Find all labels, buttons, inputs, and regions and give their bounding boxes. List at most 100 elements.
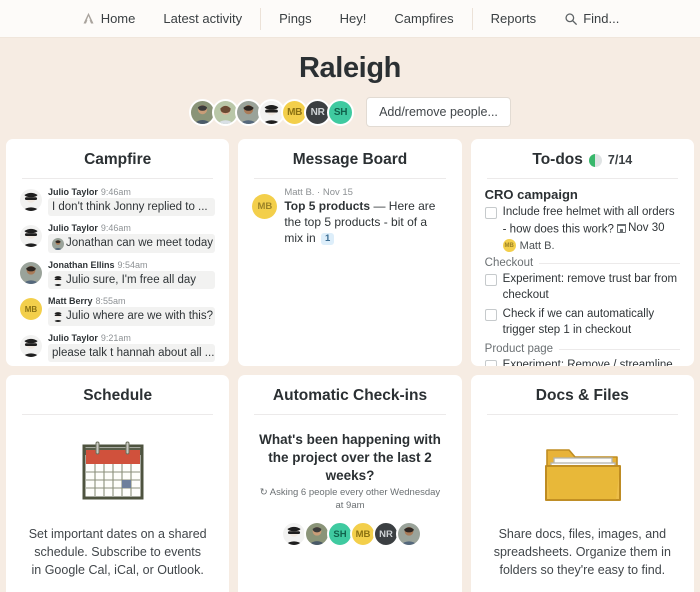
list-item[interactable]: MB Matt B. · Nov 15 Top 5 products — Her… (252, 187, 447, 246)
todo-label: Experiment: remove trust bar from checko… (502, 273, 678, 301)
nav-item-campfires[interactable]: Campfires (380, 11, 467, 26)
nav-item-reports[interactable]: Reports (477, 11, 551, 26)
todo-label: Check if we can automatically trigger st… (502, 308, 655, 336)
card-campfire[interactable]: Campfire Julio Taylor 9:46am I don't thin… (6, 139, 230, 366)
card-title-todos: To-dos 7/14 (485, 151, 680, 178)
message-text-value: please talk t hannah about all ... (52, 346, 215, 359)
message-meta: Matt Berry 8:55am (48, 296, 215, 306)
todo-section-label: Checkout (484, 257, 534, 270)
nav-item-latest-activity[interactable]: Latest activity (149, 11, 256, 26)
nav-divider-2 (471, 7, 473, 30)
message-author: Jonathan Ellins (48, 259, 115, 270)
avatar (20, 261, 42, 284)
nav-item-home-label: Home (100, 11, 136, 26)
todo-checkbox[interactable] (484, 207, 497, 219)
nav-item-home[interactable]: Home (67, 11, 150, 26)
todo-group-title: CRO campaign (484, 187, 578, 202)
avatar-initials-mb: MB (502, 239, 516, 253)
avatar-initials-mb: MB (252, 194, 278, 219)
card-title-todos-label: To-dos (532, 151, 583, 168)
todo-checkbox[interactable] (484, 274, 497, 287)
add-remove-people-button[interactable]: Add/remove people... (366, 97, 511, 127)
comment-count-badge: 1 (321, 232, 335, 246)
todo-assignee-name: Matt B. (519, 239, 555, 252)
todo-section-checkout: Checkout (485, 257, 680, 269)
post-body: Matt B. · Nov 15 Top 5 products — Here a… (284, 187, 447, 246)
message-text-value: Julio sure, I'm free all day (66, 273, 197, 286)
mention-avatar (52, 237, 64, 250)
message-text-value: I don't think Jonny replied to ... (52, 201, 208, 213)
list-item[interactable]: Julio Taylor 9:21am please talk t hannah … (20, 333, 216, 362)
todo-item[interactable]: Experiment: Remove / streamline (484, 358, 680, 366)
due-date-label: Nov 30 (628, 221, 665, 234)
todo-item[interactable]: Experiment: remove trust bar from checko… (484, 272, 680, 303)
avatar-initials-sh[interactable]: SH (327, 98, 355, 126)
progress-pie-icon (588, 153, 602, 167)
list-item[interactable]: Julio Taylor 9:46am Jonathan can we meet … (20, 223, 216, 253)
message-body: Julio Taylor 9:46am Jonathan can we meet … (48, 223, 216, 253)
card-title-checkins: Automatic Check-ins (272, 387, 428, 404)
nav-group-primary: Home Latest activity (67, 11, 256, 26)
list-item[interactable]: MB Matt Berry 8:55am Julio where are we w… (20, 296, 216, 326)
todo-item[interactable]: Include free helmet with all orders - ho… (484, 205, 680, 253)
avatar (20, 189, 42, 211)
avatar[interactable] (395, 521, 422, 548)
list-item[interactable]: Julio Taylor 9:46am I don't think Jonny r… (20, 187, 216, 217)
nav-item-campfires-label: Campfires (394, 11, 454, 26)
message-body: Jonathan Ellins 9:54am Julio sure, I'm fr… (48, 259, 216, 290)
post-meta: Matt B. · Nov 15 (284, 187, 353, 198)
avatar (20, 334, 42, 357)
post-title: Top 5 products (284, 199, 371, 213)
message-body: Julio Taylor 9:46am I don't think Jonny r… (48, 187, 216, 217)
nav-item-find-label: Find... (583, 11, 620, 26)
avatar-initials-mb: MB (20, 298, 42, 321)
checkin-question: What's been happening with the project o… (259, 432, 441, 483)
tools-grid: Campfire Julio Taylor 9:46am I don't thin… (6, 139, 694, 592)
calendar-icon (20, 437, 215, 511)
message-author: Julio Taylor (48, 223, 98, 234)
card-message-board[interactable]: Message Board MB Matt B. · Nov 15 Top 5 … (238, 139, 462, 366)
nav-item-pings-label: Pings (279, 11, 312, 26)
todo-label: Include free helmet with all orders - ho… (503, 205, 680, 237)
message-meta: Julio Taylor 9:46am (48, 223, 215, 233)
top-navigation: Home Latest activity Pings Hey! Campfire… (0, 0, 700, 38)
todo-section-label: Product page (484, 343, 554, 356)
todo-checkbox[interactable] (484, 309, 497, 322)
project-header: Raleigh MB NR SH Add/remove people... (0, 38, 700, 127)
message-time: 9:46am (100, 223, 131, 234)
card-docs-files[interactable]: Docs & Files Share docs, files, images, … (470, 375, 694, 592)
message-text: Jonathan can we meet today (48, 234, 216, 253)
calendar-icon (616, 223, 627, 233)
checkin-schedule-label: Asking 6 people every other Wednesday at… (269, 487, 441, 512)
message-body: Julio Taylor 9:21am please talk t hannah … (48, 333, 216, 362)
list-item[interactable]: Jonathan Ellins 9:54am Julio sure, I'm fr… (20, 259, 216, 290)
docs-placeholder: Share docs, files, images, and spreadshe… (485, 423, 680, 579)
schedule-description: Set important dates on a shared schedule… (28, 527, 207, 578)
todo-item[interactable]: Check if we can automatically trigger st… (484, 307, 680, 338)
message-author: Matt Berry (48, 296, 93, 307)
todo-checkbox[interactable] (484, 360, 497, 366)
card-title-message-board: Message Board (292, 151, 408, 168)
repeat-icon: ↻ (259, 487, 268, 499)
nav-item-find[interactable]: Find... (550, 11, 633, 26)
card-checkins[interactable]: Automatic Check-ins What's been happenin… (238, 375, 462, 592)
schedule-placeholder: Set important dates on a shared schedule… (20, 423, 215, 579)
divider (22, 178, 214, 179)
nav-item-latest-activity-label: Latest activity (163, 11, 243, 26)
message-time: 9:46am (100, 187, 131, 197)
nav-group-tertiary: Reports Find... (477, 11, 634, 26)
nav-item-pings[interactable]: Pings (265, 11, 326, 26)
progress-label: 7/14 (607, 153, 633, 167)
message-author: Julio Taylor (48, 187, 98, 197)
todo-content: Include free helmet with all orders - ho… (502, 205, 680, 253)
divider (486, 178, 678, 179)
message-time: 9:54am (117, 259, 148, 270)
post-text: Top 5 products — Here are the top 5 prod… (284, 199, 447, 246)
card-todos[interactable]: To-dos 7/14 CRO campaign Include free he… (470, 139, 694, 366)
nav-item-hey[interactable]: Hey! (326, 11, 381, 26)
message-text: please talk t hannah about all ... (48, 343, 216, 362)
card-schedule[interactable]: Schedule Set important dates on a shared… (6, 375, 230, 592)
mention-avatar (52, 310, 64, 323)
todo-label: Experiment: Remove / streamline (502, 359, 673, 366)
message-body: Matt Berry 8:55am Julio where are we with… (48, 296, 216, 326)
